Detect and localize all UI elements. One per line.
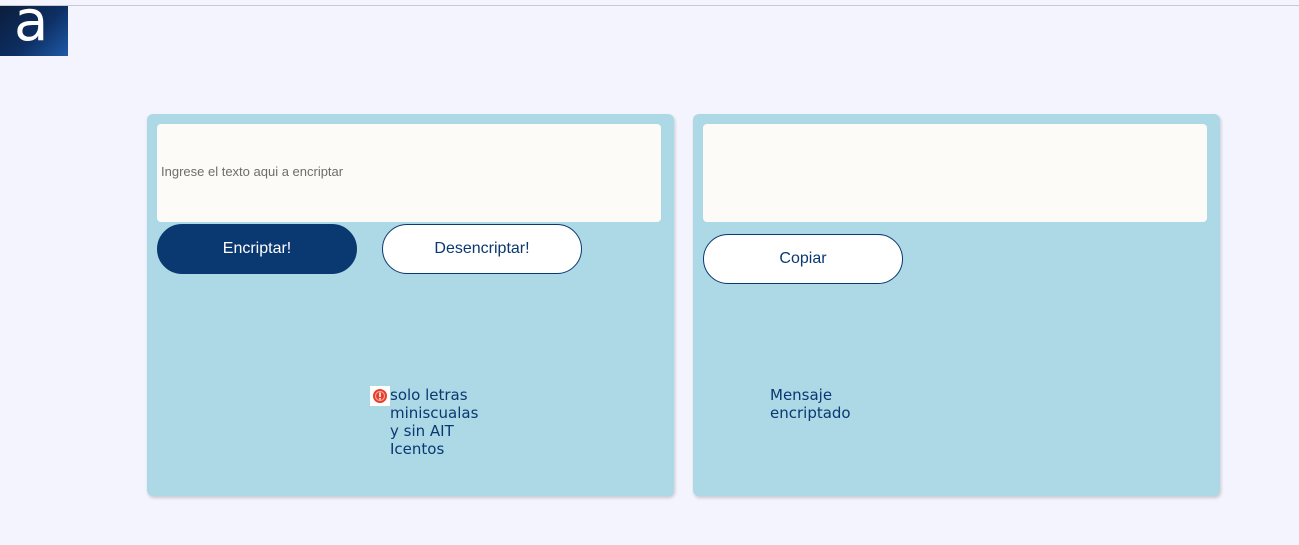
top-divider xyxy=(0,5,1299,6)
logo[interactable]: a xyxy=(0,6,68,56)
logo-letter: a xyxy=(14,6,49,54)
output-textarea[interactable] xyxy=(703,124,1207,222)
warning-text: solo letras miniscualas y sin AIT Icento… xyxy=(390,386,479,458)
warning-icon xyxy=(370,386,390,406)
encrypt-input[interactable] xyxy=(157,124,661,222)
encrypt-button[interactable]: Encriptar! xyxy=(157,224,357,274)
encrypt-panel: Encriptar! Desencriptar! solo letras min… xyxy=(147,114,674,496)
decrypt-button[interactable]: Desencriptar! xyxy=(382,224,582,274)
copy-button[interactable]: Copiar xyxy=(703,234,903,284)
output-message: Mensaje encriptado xyxy=(770,386,851,422)
output-panel: Copiar Mensaje encriptado xyxy=(693,114,1220,496)
